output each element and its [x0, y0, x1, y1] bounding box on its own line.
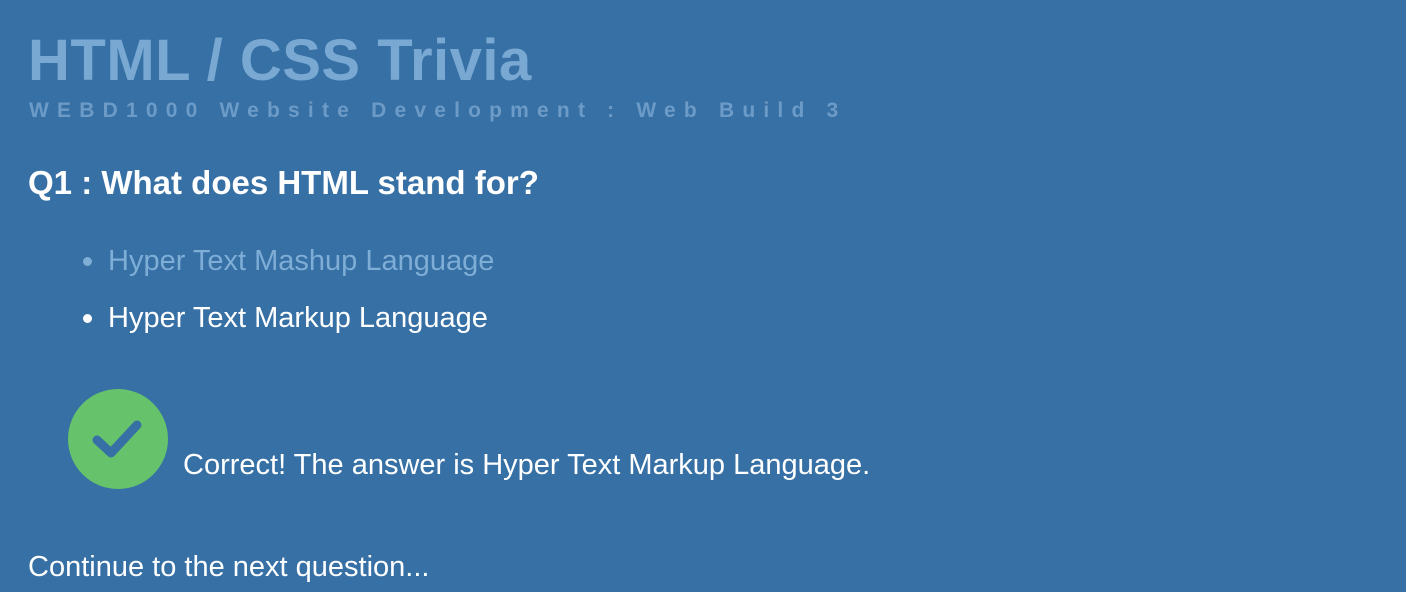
continue-link[interactable]: Continue to the next question...	[28, 546, 429, 589]
bullet-icon	[83, 314, 92, 323]
answer-option-label: Hyper Text Markup Language	[108, 302, 488, 334]
result-message: Correct! The answer is Hyper Text Markup…	[183, 449, 871, 481]
check-circle-icon	[68, 389, 168, 489]
bullet-icon	[83, 257, 92, 266]
answer-option-1[interactable]: Hyper Text Mashup Language	[80, 240, 494, 283]
question-heading: Q1 : What does HTML stand for?	[28, 164, 539, 201]
page-title: HTML / CSS Trivia	[28, 28, 532, 93]
checkmark-icon	[92, 420, 142, 458]
answer-option-2[interactable]: Hyper Text Markup Language	[80, 297, 494, 340]
page-subtitle: WEBD1000 Website Development : Web Build…	[29, 99, 847, 122]
answer-option-label: Hyper Text Mashup Language	[108, 245, 495, 277]
answer-options-list: Hyper Text Mashup Language Hyper Text Ma…	[80, 240, 494, 354]
